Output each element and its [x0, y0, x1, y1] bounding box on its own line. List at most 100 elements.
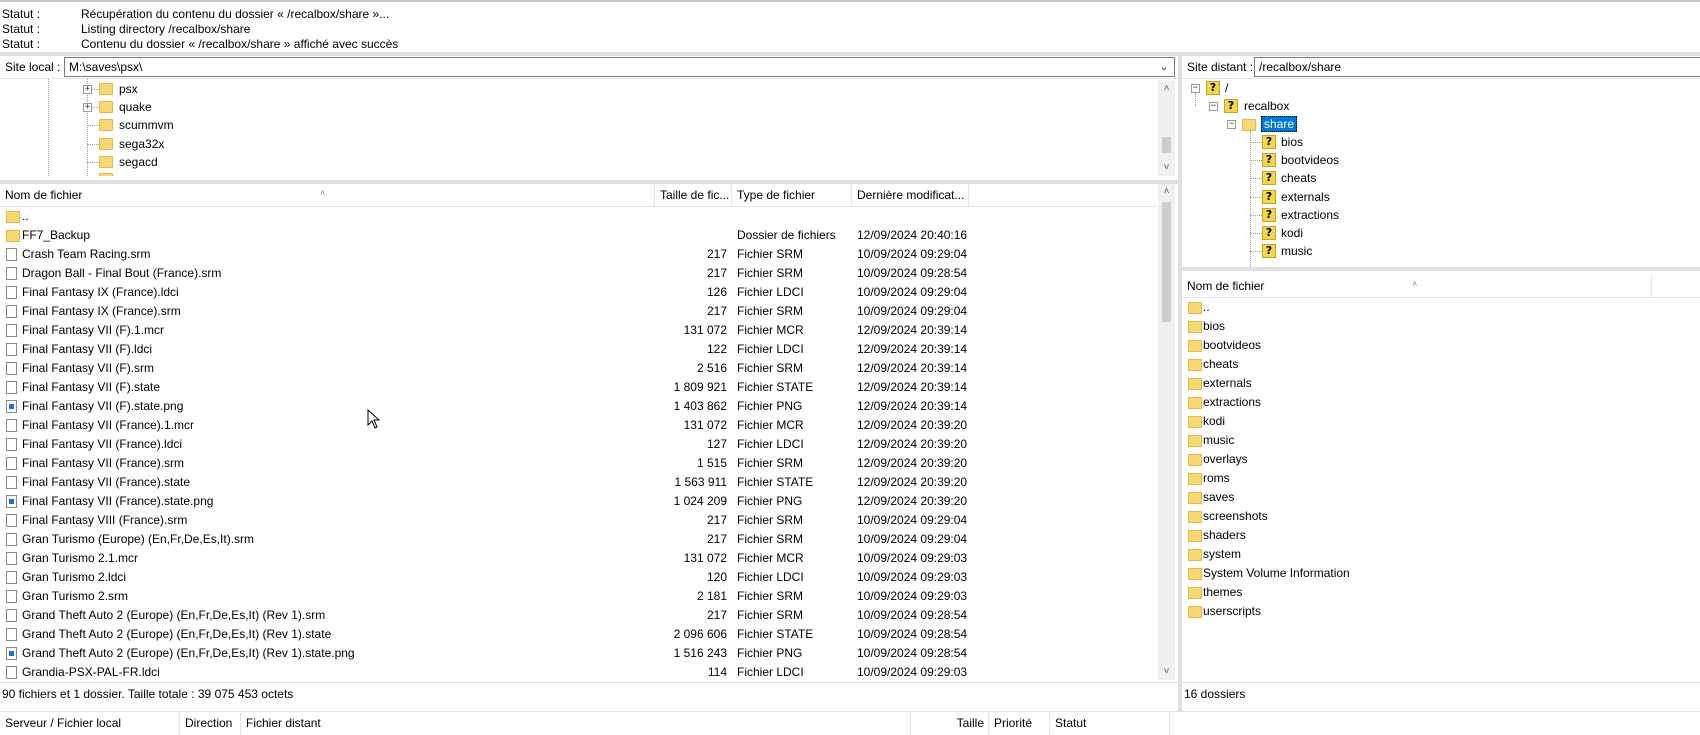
tree-guide [1250, 142, 1262, 143]
queue-col-direction[interactable]: Direction [180, 712, 241, 735]
queue-col-server[interactable]: Serveur / Fichier local [0, 712, 180, 735]
table-row[interactable]: Gran Turismo 2.ldci 120 Fichier LDCI 10/09/… [0, 569, 1158, 587]
file-modified: 12/09/2024 20:39:14 [857, 361, 968, 375]
remote-tree-item[interactable]: extractions [1281, 206, 1339, 224]
unknown-folder-icon: ? [1224, 99, 1238, 113]
table-row[interactable]: Crash Team Racing.srm 217 Fichier SRM 10/09… [0, 246, 1158, 264]
collapse-icon[interactable]: − [1227, 120, 1236, 129]
remote-tree-item[interactable]: bootvideos [1281, 151, 1339, 169]
table-row[interactable]: Final Fantasy VII (F).state.png 1 403 862… [0, 398, 1158, 416]
file-modified: 10/09/2024 09:28:54 [857, 646, 968, 660]
remote-tree-root[interactable]: / [1225, 79, 1228, 97]
table-row[interactable]: userscripts [1182, 603, 1682, 621]
table-row[interactable]: overlays [1182, 451, 1682, 469]
table-row[interactable]: bios [1182, 318, 1682, 336]
image-file-icon [6, 400, 17, 413]
table-row[interactable]: Gran Turismo 2.1.mcr 131 072 Fichier MCR 10… [0, 550, 1158, 568]
table-row[interactable]: FF7_Backup Dossier de fichiers 12/09/2024 … [0, 227, 1158, 245]
table-row[interactable]: Grand Theft Auto 2 (Europe) (En,Fr,De,Es… [0, 645, 1158, 663]
table-row[interactable]: Final Fantasy VII (F).1.mcr 131 072 Fichie… [0, 322, 1158, 340]
chevron-down-icon[interactable]: ⌄ [1157, 58, 1171, 76]
local-tree-item[interactable]: quake [119, 98, 152, 116]
local-tree-item[interactable]: scummvm [119, 116, 174, 134]
local-tree-item[interactable]: segacd [119, 153, 158, 171]
col-modified[interactable]: Dernière modificat... [852, 184, 969, 206]
table-row[interactable]: Gran Turismo (Europe) (En,Fr,De,Es,It).s… [0, 531, 1158, 549]
table-row[interactable]: Grand Theft Auto 2 (Europe) (En,Fr,De,Es… [0, 607, 1158, 625]
table-row[interactable]: themes [1182, 584, 1682, 602]
file-name: shaders [1203, 528, 1246, 542]
local-list-scrollbar[interactable]: ˄ ˅ [1158, 184, 1175, 680]
table-row[interactable]: Gran Turismo 2.srm 2 181 Fichier SRM 10/09/… [0, 588, 1158, 606]
table-row[interactable]: externals [1182, 375, 1682, 393]
queue-col-size[interactable]: Taille [911, 712, 989, 735]
table-row[interactable]: shaders [1182, 527, 1682, 545]
table-row[interactable]: Final Fantasy VIII (France).srm 217 Fichie… [0, 512, 1158, 530]
table-row[interactable]: Final Fantasy VII (France).ldci 127 Fichie… [0, 436, 1158, 454]
local-tree-item[interactable]: sega32x [119, 135, 164, 153]
table-row[interactable]: Grand Theft Auto 2 (Europe) (En,Fr,De,Es… [0, 626, 1158, 644]
expand-icon[interactable]: + [83, 85, 92, 94]
scroll-up-icon[interactable]: ˄ [1158, 184, 1175, 200]
remote-tree-item-selected[interactable]: share [1261, 115, 1298, 133]
local-tree-scrollbar[interactable]: ˄ ˅ [1158, 81, 1175, 176]
table-row[interactable]: saves [1182, 489, 1682, 507]
table-row[interactable]: bootvideos [1182, 337, 1682, 355]
table-row[interactable]: .. [0, 208, 1158, 226]
file-modified: 12/09/2024 20:39:14 [857, 323, 968, 337]
table-row[interactable]: Grandia-PSX-PAL-FR.ldci 114 Fichier LDCI 10… [0, 664, 1158, 680]
table-row[interactable]: Final Fantasy IX (France).ldci 126 Fichier… [0, 284, 1158, 302]
expand-icon[interactable]: + [83, 103, 92, 113]
table-row[interactable]: Final Fantasy VII (France).srm 1 515 Fichi… [0, 455, 1158, 473]
local-path-combo[interactable]: M:\saves\psx\ ⌄ [64, 57, 1175, 77]
remote-tree-item[interactable]: cheats [1281, 169, 1316, 187]
table-row[interactable]: System Volume Information [1182, 565, 1682, 583]
queue-col-priority[interactable]: Priorité [989, 712, 1050, 735]
file-modified: 12/09/2024 20:39:20 [857, 494, 968, 508]
table-row[interactable]: Final Fantasy IX (France).srm 217 Fichier … [0, 303, 1158, 321]
col-filename[interactable]: Nom de fichier ˄ [1182, 275, 1652, 297]
file-name: Final Fantasy VII (France).1.mcr [22, 418, 195, 432]
local-tree-item[interactable]: psx [119, 80, 138, 98]
col-size[interactable]: Taille de fic... [655, 184, 732, 206]
table-row[interactable]: system [1182, 546, 1682, 564]
file-icon [6, 514, 17, 527]
col-type[interactable]: Type de fichier [732, 184, 852, 206]
file-modified: 10/09/2024 09:29:03 [857, 665, 968, 679]
table-row[interactable]: music [1182, 432, 1682, 450]
remote-tree-item[interactable]: recalbox [1244, 97, 1289, 115]
table-row[interactable]: screenshots [1182, 508, 1682, 526]
collapse-icon[interactable]: − [1209, 102, 1218, 111]
table-row[interactable]: Final Fantasy VII (F).ldci 122 Fichier LDC… [0, 341, 1158, 359]
scroll-up-icon[interactable]: ˄ [1158, 81, 1175, 97]
remote-tree-item[interactable]: externals [1281, 188, 1330, 206]
scroll-thumb[interactable] [1162, 202, 1171, 322]
file-name: Final Fantasy VII (France).ldci [22, 437, 183, 451]
remote-tree-item[interactable]: bios [1281, 133, 1303, 151]
table-row[interactable]: Final Fantasy VII (France).1.mcr 131 072 F… [0, 417, 1158, 435]
file-icon [6, 248, 17, 261]
queue-col-remote-file[interactable]: Fichier distant [241, 712, 911, 735]
collapse-icon[interactable]: − [1191, 84, 1200, 93]
table-row[interactable]: Final Fantasy VII (F).srm 2 516 Fichier SR… [0, 360, 1158, 378]
table-row[interactable]: Final Fantasy VII (F).state 1 809 921 Fich… [0, 379, 1158, 397]
queue-col-status[interactable]: Statut [1050, 712, 1170, 735]
table-row[interactable]: .. [1182, 299, 1682, 317]
table-row[interactable]: Dragon Ball - Final Bout (France).srm 217… [0, 265, 1158, 283]
table-row[interactable]: extractions [1182, 394, 1682, 412]
remote-tree-item[interactable]: kodi [1281, 224, 1303, 242]
table-row[interactable]: roms [1182, 470, 1682, 488]
scroll-down-icon[interactable]: ˅ [1158, 664, 1175, 680]
table-row[interactable]: kodi [1182, 413, 1682, 431]
table-row[interactable]: cheats [1182, 356, 1682, 374]
splitter[interactable] [1182, 267, 1700, 271]
table-row[interactable]: Final Fantasy VII (France).state.png 1 02… [0, 493, 1158, 511]
scroll-down-icon[interactable]: ˅ [1158, 160, 1175, 176]
col-filename[interactable]: Nom de fichier ˄ [0, 184, 655, 206]
file-name: extractions [1203, 395, 1262, 409]
remote-path-combo[interactable]: /recalbox/share [1254, 57, 1700, 77]
table-row[interactable]: Final Fantasy VII (France).state 1 563 91… [0, 474, 1158, 492]
scroll-thumb[interactable] [1162, 137, 1171, 153]
remote-tree-item[interactable]: music [1281, 242, 1312, 260]
file-icon [6, 343, 17, 356]
